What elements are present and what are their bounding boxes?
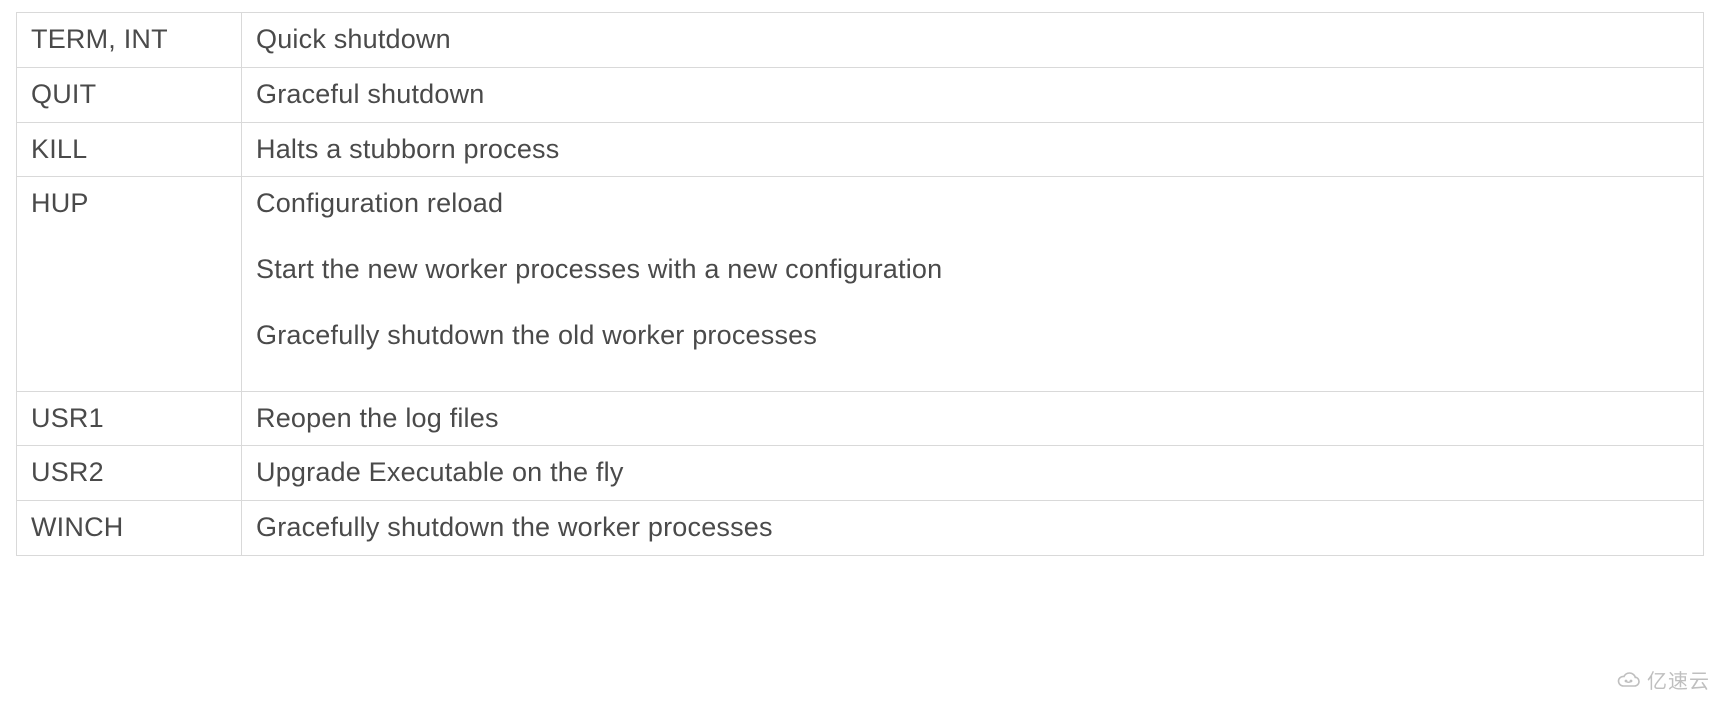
page: TERM, INT Quick shutdown QUIT Graceful s… bbox=[0, 0, 1720, 568]
signals-table: TERM, INT Quick shutdown QUIT Graceful s… bbox=[16, 12, 1704, 556]
signal-cell: HUP bbox=[17, 177, 242, 391]
signal-cell: USR2 bbox=[17, 446, 242, 501]
table-row: USR1 Reopen the log files bbox=[17, 391, 1704, 446]
signal-cell: KILL bbox=[17, 122, 242, 177]
description-cell: Gracefully shutdown the worker processes bbox=[242, 501, 1704, 556]
description-line: Gracefully shutdown the old worker proce… bbox=[256, 319, 1689, 353]
table-row: USR2 Upgrade Executable on the fly bbox=[17, 446, 1704, 501]
description-cell: Reopen the log files bbox=[242, 391, 1704, 446]
table-row: QUIT Graceful shutdown bbox=[17, 67, 1704, 122]
description-cell: Halts a stubborn process bbox=[242, 122, 1704, 177]
cloud-icon bbox=[1615, 671, 1641, 689]
watermark: 亿速云 bbox=[1615, 665, 1710, 694]
description-cell: Configuration reload Start the new worke… bbox=[242, 177, 1704, 391]
table-row: KILL Halts a stubborn process bbox=[17, 122, 1704, 177]
description-cell: Upgrade Executable on the fly bbox=[242, 446, 1704, 501]
description-line: Start the new worker processes with a ne… bbox=[256, 253, 1689, 287]
table-row: WINCH Gracefully shutdown the worker pro… bbox=[17, 501, 1704, 556]
signal-cell: WINCH bbox=[17, 501, 242, 556]
signal-cell: TERM, INT bbox=[17, 13, 242, 68]
signal-cell: USR1 bbox=[17, 391, 242, 446]
watermark-text: 亿速云 bbox=[1647, 665, 1710, 694]
table-row: TERM, INT Quick shutdown bbox=[17, 13, 1704, 68]
description-cell: Quick shutdown bbox=[242, 13, 1704, 68]
table-row: HUP Configuration reload Start the new w… bbox=[17, 177, 1704, 391]
description-line: Configuration reload bbox=[256, 187, 1689, 221]
description-cell: Graceful shutdown bbox=[242, 67, 1704, 122]
signal-cell: QUIT bbox=[17, 67, 242, 122]
